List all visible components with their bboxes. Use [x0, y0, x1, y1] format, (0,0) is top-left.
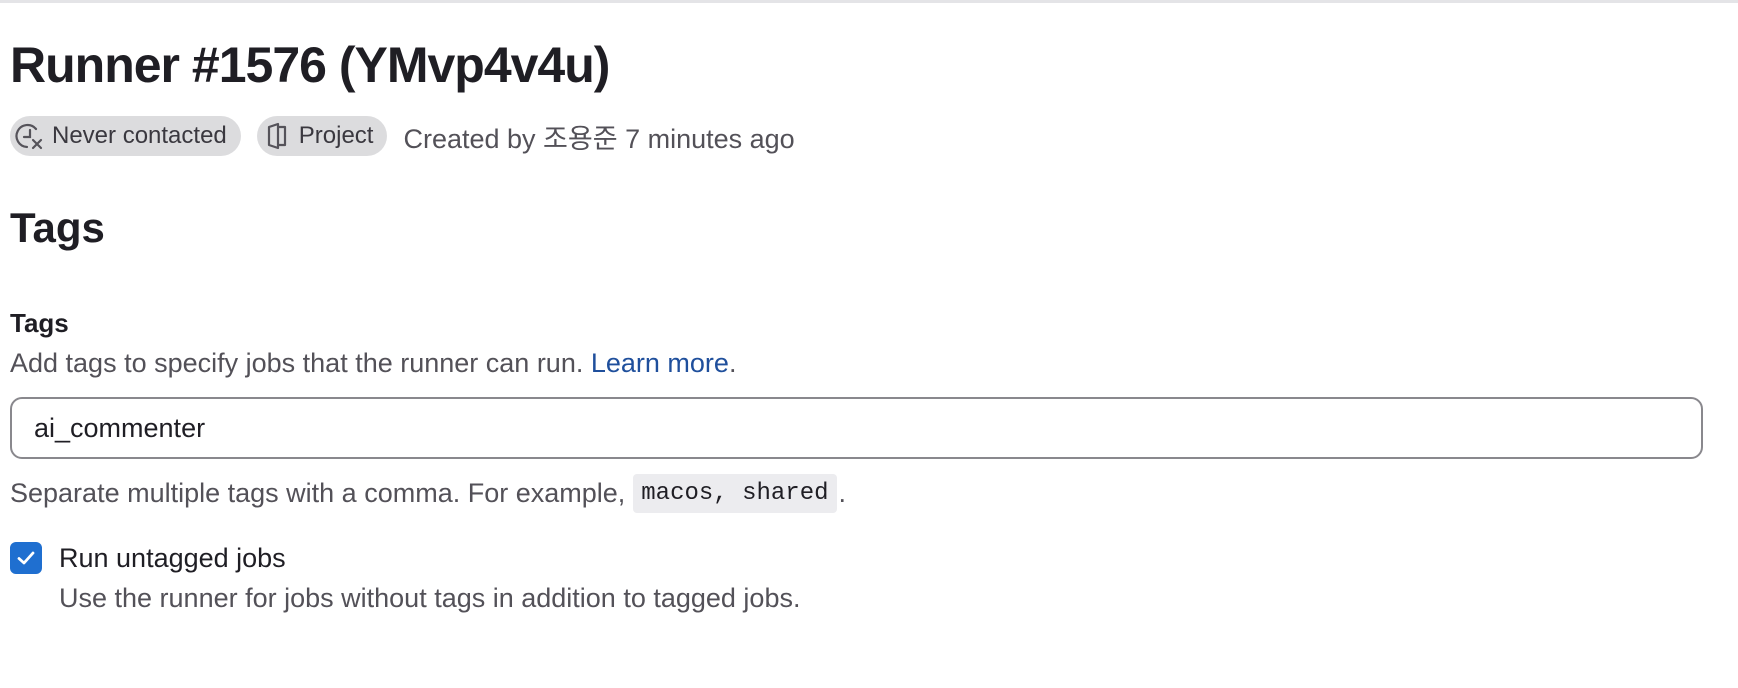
tags-field-label: Tags: [10, 308, 69, 338]
status-badge-label: Never contacted: [52, 122, 227, 149]
page-title: Runner #1576 (YMvp4v4u): [10, 37, 610, 93]
runner-type-label: Project: [298, 122, 374, 149]
learn-more-link[interactable]: Learn more: [591, 348, 729, 378]
run-untagged-label[interactable]: Run untagged jobs: [59, 541, 800, 575]
tags-help-text: Separate multiple tags with a comma. For…: [10, 472, 846, 514]
tags-section-title: Tags: [10, 204, 105, 251]
run-untagged-checkbox[interactable]: [10, 542, 42, 574]
project-icon: [261, 120, 293, 152]
tags-description-text: Add tags to specify jobs that the runner…: [10, 348, 584, 378]
checkmark-icon: [17, 551, 35, 565]
tags-example-code: macos, shared: [633, 473, 837, 513]
run-untagged-help: Use the runner for jobs without tags in …: [59, 583, 801, 613]
tags-help-suffix: .: [838, 477, 847, 508]
created-info: Created by 조용준 7 minutes ago: [403, 123, 795, 154]
top-divider: [0, 0, 1738, 3]
tags-help-prefix: Separate multiple tags with a comma. For…: [10, 477, 626, 508]
runner-type-badge: Project: [256, 116, 388, 156]
runner-meta: Never contacted Project Created by 조용준 7…: [10, 116, 795, 156]
tags-input[interactable]: [10, 397, 1703, 459]
description-period: .: [728, 348, 737, 378]
tags-field-description: Add tags to specify jobs that the runner…: [10, 348, 736, 379]
status-badge: Never contacted: [10, 116, 241, 156]
clock-cancel-icon: [14, 120, 46, 152]
run-untagged-text: Run untagged jobs Use the runner for job…: [59, 541, 800, 615]
run-untagged-option: Run untagged jobs Use the runner for job…: [10, 541, 800, 615]
